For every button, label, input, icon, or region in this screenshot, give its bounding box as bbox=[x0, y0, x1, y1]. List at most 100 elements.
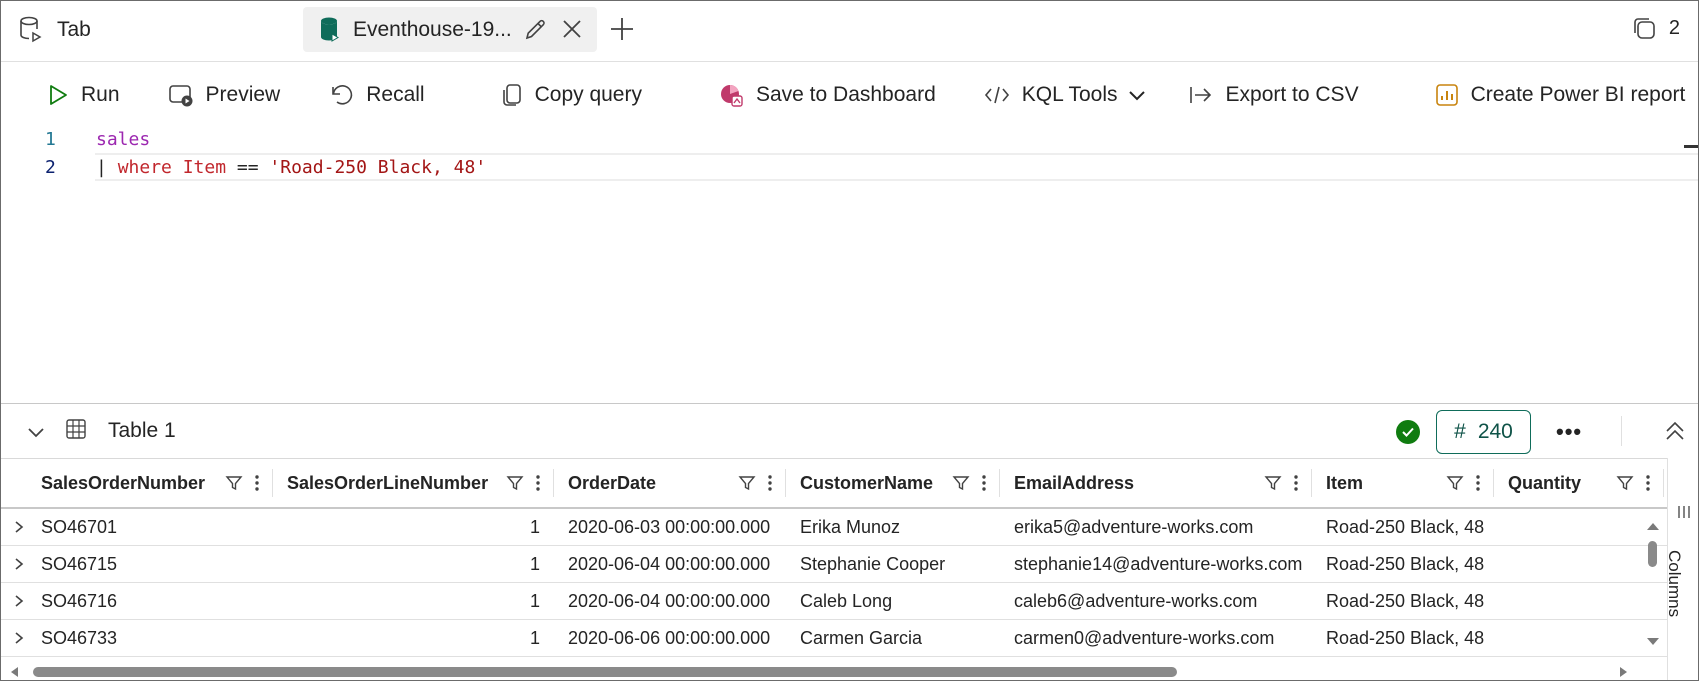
table-row[interactable]: SO46701 1 2020-06-03 00:00:00.000 Erika Mun… bbox=[1, 509, 1667, 546]
table-cell: Road-250 Black, 48 bbox=[1326, 591, 1485, 611]
table-row[interactable]: SO46716 1 2020-06-04 00:00:00.000 Caleb Lon… bbox=[1, 583, 1667, 620]
column-menu-icon[interactable] bbox=[255, 474, 259, 492]
table-cell: erika5@adventure-works.com bbox=[1014, 517, 1254, 537]
chevron-right-icon[interactable] bbox=[13, 557, 25, 571]
table-cell: Road-250 Black, 48 bbox=[1326, 628, 1485, 648]
table-cell: Carmen Garcia bbox=[800, 628, 923, 648]
column-header-label: EmailAddress bbox=[1014, 472, 1135, 493]
chevron-down-icon bbox=[1128, 91, 1145, 101]
preview-label: Preview bbox=[205, 83, 281, 106]
scroll-right-arrow-icon[interactable] bbox=[1619, 666, 1629, 678]
row-count-badge[interactable]: # 240 bbox=[1436, 410, 1531, 454]
chevron-right-icon[interactable] bbox=[13, 520, 25, 534]
copy-query-button[interactable]: Copy query bbox=[501, 82, 642, 108]
column-header[interactable]: SalesOrderLineNumber bbox=[273, 459, 554, 507]
table-cell: carmen0@adventure-works.com bbox=[1014, 628, 1275, 648]
filter-icon[interactable] bbox=[1616, 474, 1634, 492]
toolbar: Run Preview Recall Copy query Save to Da… bbox=[1, 63, 1698, 127]
tab-query[interactable]: Tab bbox=[19, 7, 299, 52]
filter-icon[interactable] bbox=[506, 474, 524, 492]
filter-icon[interactable] bbox=[1264, 474, 1282, 492]
table-cell: 1 bbox=[529, 628, 540, 648]
divider bbox=[1621, 416, 1622, 446]
filter-icon[interactable] bbox=[952, 474, 970, 492]
columns-side-panel[interactable]: Columns bbox=[1665, 458, 1698, 680]
grid-header: SalesOrderNumber SalesOrderLineNumber Orde… bbox=[1, 459, 1667, 509]
code-line: 2 | where Item == 'Road-250 Black, 48' bbox=[1, 153, 1698, 181]
editor-scroll-marker bbox=[1684, 145, 1698, 148]
filter-icon[interactable] bbox=[1446, 474, 1464, 492]
code-text: sales bbox=[96, 129, 150, 150]
table-row[interactable]: SO46733 1 2020-06-06 00:00:00.000 Carmen Ga… bbox=[1, 620, 1667, 657]
horizontal-scrollbar[interactable] bbox=[1, 661, 1641, 680]
scroll-up-arrow-icon[interactable] bbox=[1646, 521, 1660, 531]
query-editor[interactable]: 1 sales 2 | where Item == 'Road-250 Blac… bbox=[1, 125, 1698, 403]
table-name-token: sales bbox=[96, 128, 151, 150]
chevron-double-up-icon[interactable] bbox=[1664, 420, 1686, 442]
column-header[interactable]: CustomerName bbox=[786, 459, 1000, 507]
recall-icon bbox=[332, 85, 353, 105]
add-tab-icon[interactable] bbox=[608, 13, 636, 45]
preview-button[interactable]: Preview bbox=[168, 83, 281, 107]
filter-icon[interactable] bbox=[225, 474, 243, 492]
tab-count-indicator[interactable]: 2 bbox=[1631, 15, 1680, 41]
scroll-thumb[interactable] bbox=[33, 667, 1177, 677]
operator-token: == bbox=[226, 156, 270, 178]
column-header-label: Quantity bbox=[1508, 472, 1582, 493]
close-icon[interactable] bbox=[561, 18, 583, 40]
kql-tools-label: KQL Tools bbox=[1021, 83, 1118, 106]
column-menu-icon[interactable] bbox=[982, 474, 986, 492]
run-button[interactable]: Run bbox=[47, 83, 120, 107]
table-cell: 1 bbox=[529, 517, 540, 537]
vertical-scrollbar[interactable] bbox=[1641, 511, 1665, 661]
table-cell: 1 bbox=[529, 554, 540, 574]
column-header[interactable]: OrderDate bbox=[554, 459, 786, 507]
column-header-label: SalesOrderLineNumber bbox=[287, 472, 489, 493]
line-number: 1 bbox=[45, 128, 56, 150]
results-table-title: Table 1 bbox=[108, 419, 176, 442]
column-header[interactable]: Item bbox=[1312, 459, 1494, 507]
columns-panel-label: Columns bbox=[1665, 550, 1684, 618]
pipe-token: | bbox=[96, 156, 118, 178]
export-to-csv-button[interactable]: Export to CSV bbox=[1188, 83, 1359, 107]
column-header[interactable]: EmailAddress bbox=[1000, 459, 1312, 507]
column-menu-icon[interactable] bbox=[1476, 474, 1480, 492]
code-icon bbox=[984, 86, 1009, 104]
copy-query-label: Copy query bbox=[534, 83, 642, 106]
code-text: | where Item == 'Road-250 Black, 48' bbox=[96, 157, 486, 178]
tab-eventhouse[interactable]: Eventhouse-19... bbox=[303, 7, 597, 52]
more-options-button[interactable]: ••• bbox=[1556, 419, 1582, 445]
rename-pencil-icon[interactable] bbox=[523, 18, 547, 42]
column-menu-icon[interactable] bbox=[1294, 474, 1298, 492]
column-header-label: Item bbox=[1326, 472, 1364, 493]
chevron-right-icon[interactable] bbox=[13, 594, 25, 608]
chevron-down-icon[interactable] bbox=[25, 422, 47, 442]
kql-tools-dropdown[interactable]: KQL Tools bbox=[984, 83, 1148, 107]
create-power-bi-report-button[interactable]: Create Power BI report bbox=[1435, 82, 1685, 108]
column-header-label: CustomerName bbox=[800, 472, 934, 493]
table-cell: SO46716 bbox=[41, 591, 118, 611]
tab-count: 2 bbox=[1668, 16, 1680, 39]
table-cell: SO46701 bbox=[41, 517, 118, 537]
preview-icon bbox=[168, 85, 193, 107]
copy-icon bbox=[502, 84, 521, 106]
column-token: Item bbox=[171, 156, 227, 178]
column-menu-icon[interactable] bbox=[536, 474, 540, 492]
scroll-thumb[interactable] bbox=[1648, 541, 1657, 567]
scroll-left-arrow-icon[interactable] bbox=[9, 666, 19, 678]
scroll-down-arrow-icon[interactable] bbox=[1646, 637, 1660, 647]
filter-icon[interactable] bbox=[738, 474, 756, 492]
column-header[interactable]: SalesOrderNumber bbox=[27, 459, 273, 507]
save-to-dashboard-button[interactable]: Save to Dashboard bbox=[718, 82, 936, 108]
recall-button[interactable]: Recall bbox=[328, 82, 425, 108]
table-cell: caleb6@adventure-works.com bbox=[1014, 591, 1258, 611]
table-cell: 2020-06-04 00:00:00.000 bbox=[568, 554, 771, 574]
play-icon bbox=[50, 85, 67, 105]
column-menu-icon[interactable] bbox=[1646, 474, 1650, 492]
table-cell: stephanie14@adventure-works.com bbox=[1014, 554, 1303, 574]
column-header[interactable]: Quantity bbox=[1494, 459, 1664, 507]
chevron-right-icon[interactable] bbox=[13, 631, 25, 645]
eventhouse-database-icon bbox=[321, 17, 339, 42]
table-row[interactable]: SO46715 1 2020-06-04 00:00:00.000 Stephanie… bbox=[1, 546, 1667, 583]
column-menu-icon[interactable] bbox=[768, 474, 772, 492]
